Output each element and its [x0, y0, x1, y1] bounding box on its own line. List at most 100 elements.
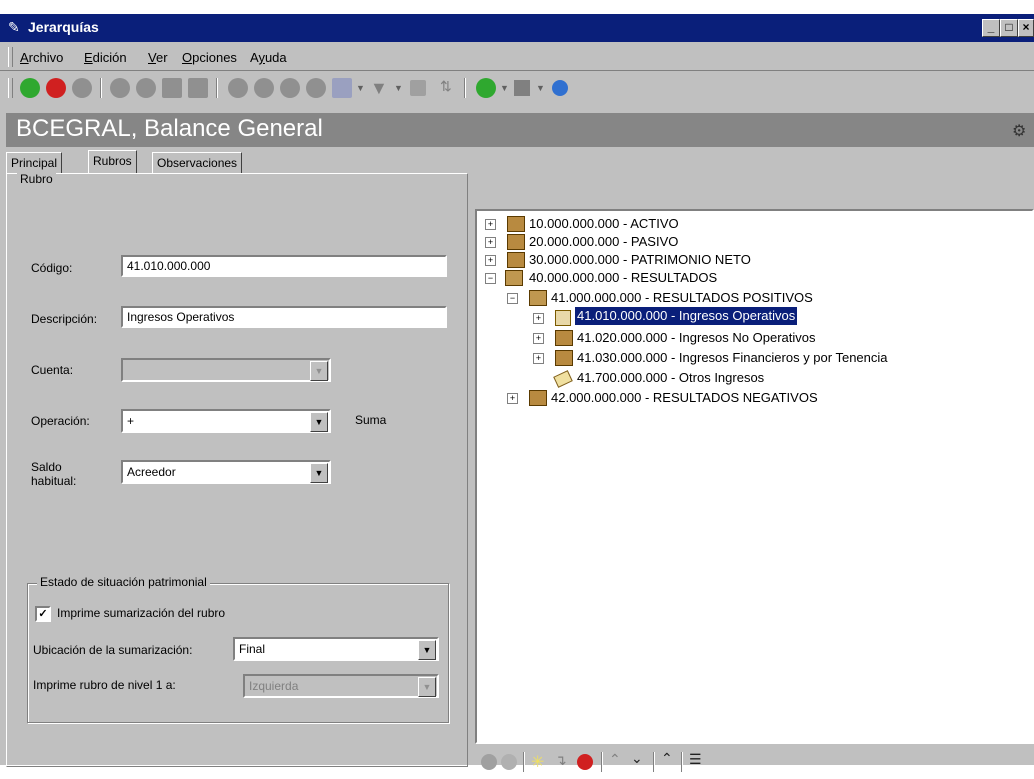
toolbar: ▼ ▼ ▼ ⇅ ▼ ▼ [0, 74, 1034, 104]
operacion-label: Operación: [31, 414, 90, 428]
chevron-down-icon[interactable]: ▼ [418, 640, 436, 660]
rubro-tree[interactable]: + 10.000.000.000 - ACTIVO + 20.000.000.0… [475, 209, 1034, 744]
saldo-label: Saldo [31, 460, 62, 474]
toolbar-separator [464, 78, 466, 98]
menu-bar: Archivo Edición Ver Opciones Ayuda [0, 44, 1034, 71]
chevron-down-icon[interactable]: ▼ [310, 463, 328, 483]
chevron-down-icon[interactable]: ▼ [418, 677, 436, 697]
tree-node-label: 42.000.000.000 - RESULTADOS NEGATIVOS [551, 390, 818, 405]
last-icon[interactable] [306, 78, 326, 98]
find-icon[interactable] [332, 78, 352, 98]
folder-icon [555, 310, 571, 326]
expand-icon[interactable]: + [507, 393, 518, 404]
check-icon[interactable] [481, 754, 497, 770]
menu-grip[interactable] [8, 47, 13, 67]
tree-node-label: 41.020.000.000 - Ingresos No Operativos [577, 330, 816, 345]
tree-node-label: 41.700.000.000 - Otros Ingresos [577, 370, 765, 385]
note-icon[interactable] [188, 78, 208, 98]
expand-icon[interactable]: + [533, 333, 544, 344]
imprime-label: Imprime sumarización del rubro [57, 606, 226, 620]
list-icon[interactable] [162, 78, 182, 98]
close-button[interactable]: × [1018, 19, 1034, 37]
list-order-icon[interactable]: ☰ [689, 751, 702, 768]
toolbar-grip[interactable] [8, 78, 13, 98]
maximize-button[interactable]: □ [1000, 19, 1018, 37]
nivel-combo[interactable]: Izquierda ▼ [243, 674, 439, 698]
cuenta-combo[interactable]: ▼ [121, 358, 331, 382]
menu-archivo[interactable]: Archivo [20, 50, 63, 65]
refresh-dropdown-icon[interactable]: ▼ [500, 83, 509, 93]
operacion-combo[interactable]: + ▼ [121, 409, 331, 433]
delete-icon[interactable] [577, 754, 593, 770]
color-icon[interactable] [514, 80, 530, 96]
expand-icon[interactable]: + [533, 313, 544, 324]
cancel-icon[interactable] [46, 78, 66, 98]
expand-icon[interactable]: + [485, 219, 496, 230]
accept-icon[interactable] [20, 78, 40, 98]
chevron-down-icon[interactable]: ▼ [310, 361, 328, 381]
folder-icon [555, 350, 573, 366]
title-bar[interactable]: ✎ Jerarquías _ □ × [0, 14, 1034, 42]
estado-legend: Estado de situación patrimonial [37, 575, 210, 589]
menu-ayuda[interactable]: Ayuda [250, 50, 287, 65]
app-icon: ✎ [8, 19, 20, 35]
new-node-icon[interactable]: ✳ [531, 752, 544, 772]
imprime-checkbox[interactable]: ✓ [35, 606, 51, 622]
folder-icon [507, 216, 525, 232]
toolbar-separator [601, 752, 603, 772]
cuenta-label: Cuenta: [31, 363, 74, 377]
gear-icon[interactable]: ⚙ [1012, 121, 1026, 141]
color-dropdown-icon[interactable]: ▼ [536, 83, 545, 93]
collapse-icon[interactable]: − [507, 293, 518, 304]
filter-icon[interactable]: ▼ [370, 78, 388, 99]
tab-strip: Principal Rubros Observaciones [6, 150, 1034, 174]
expand-icon[interactable]: + [485, 255, 496, 266]
filter-dropdown-icon[interactable]: ▼ [394, 83, 403, 93]
collapse-all-icon[interactable]: ⌃ [661, 750, 673, 767]
nivel-label: Imprime rubro de nivel 1 a: [33, 678, 176, 692]
descripcion-field[interactable]: Ingresos Operativos [121, 306, 447, 328]
menu-edicion[interactable]: Edición [84, 50, 127, 65]
move-node-icon[interactable]: ↴ [555, 752, 567, 769]
first-icon[interactable] [228, 78, 248, 98]
cancel-icon[interactable] [501, 754, 517, 770]
menu-ver[interactable]: Ver [148, 50, 168, 65]
grid-icon[interactable] [410, 80, 426, 96]
sort-icon[interactable]: ⇅ [440, 78, 452, 95]
saldo-label-line2: habitual: [31, 474, 77, 488]
remove-icon[interactable] [110, 78, 130, 98]
tab-observaciones[interactable]: Observaciones [152, 152, 243, 173]
leaf-icon [553, 370, 573, 388]
saldo-combo[interactable]: Acreedor ▼ [121, 460, 331, 484]
expand-icon[interactable]: + [485, 237, 496, 248]
add-icon[interactable] [72, 78, 92, 98]
folder-icon [555, 330, 573, 346]
ubicacion-value: Final [239, 642, 266, 656]
menu-opciones[interactable]: Opciones [182, 50, 237, 65]
find-dropdown-icon[interactable]: ▼ [356, 83, 365, 93]
tab-principal[interactable]: Principal [6, 152, 63, 173]
rubro-form-pane: Rubro Código: 41.010.000.000 Descripción… [6, 172, 468, 767]
chevron-down-icon[interactable]: ▼ [310, 412, 328, 432]
codigo-label: Código: [31, 261, 73, 275]
toolbar-separator [653, 752, 655, 772]
ubicacion-combo[interactable]: Final ▼ [233, 637, 439, 661]
toolbar-separator [681, 752, 683, 772]
tab-rubros[interactable]: Rubros [88, 150, 137, 173]
tree-toolbar: ✳ ↴ ⌃ ⌄ ⌃ ☰ [475, 748, 1034, 779]
next-icon[interactable] [280, 78, 300, 98]
expand-icon[interactable]: + [533, 353, 544, 364]
nivel-value: Izquierda [249, 679, 299, 693]
ubicacion-label: Ubicación de la sumarización: [33, 643, 193, 657]
help-icon[interactable] [552, 80, 568, 96]
tree-node-label: 40.000.000.000 - RESULTADOS [529, 270, 718, 285]
previous-icon[interactable] [254, 78, 274, 98]
minimize-button[interactable]: _ [982, 19, 1000, 37]
move-down-icon[interactable]: ⌄ [631, 750, 643, 767]
refresh-icon[interactable] [476, 78, 496, 98]
collapse-icon[interactable]: − [485, 273, 496, 284]
open-folder-icon [529, 290, 547, 306]
move-up-icon[interactable]: ⌃ [609, 751, 621, 768]
record-icon[interactable] [136, 78, 156, 98]
codigo-field[interactable]: 41.010.000.000 [121, 255, 447, 277]
